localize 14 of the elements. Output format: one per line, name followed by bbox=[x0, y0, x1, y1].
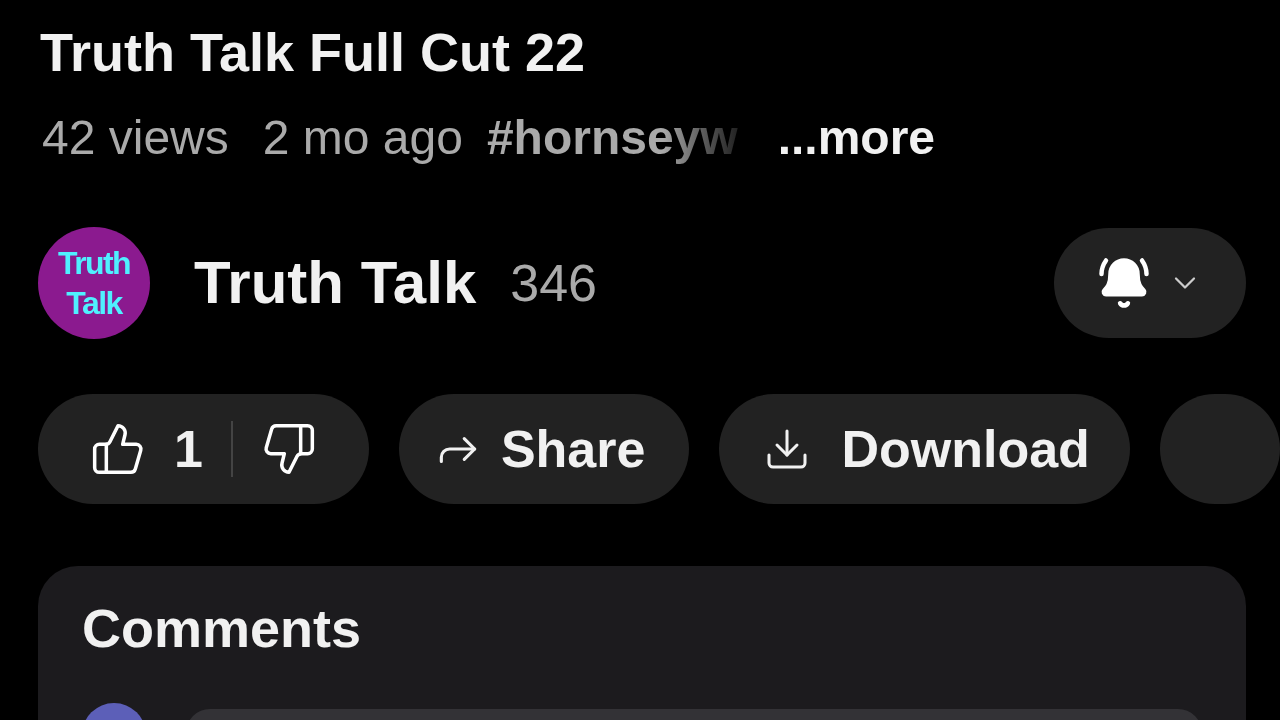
avatar-text: Truth bbox=[58, 244, 130, 283]
upload-age: 2 mo ago bbox=[262, 110, 463, 166]
like-count: 1 bbox=[174, 419, 203, 480]
subscriber-count: 346 bbox=[510, 253, 597, 314]
video-title: Truth Talk Full Cut 22 bbox=[40, 21, 586, 84]
view-count: 42 views bbox=[42, 110, 229, 166]
share-button[interactable]: Share bbox=[398, 394, 690, 504]
channel-name[interactable]: Truth Talk bbox=[194, 238, 477, 328]
channel-avatar[interactable]: Truth Talk bbox=[38, 227, 150, 339]
comments-card[interactable]: Comments bbox=[38, 566, 1246, 720]
more-link[interactable]: ...more bbox=[777, 102, 936, 174]
avatar-text: Talk bbox=[66, 284, 122, 323]
download-button[interactable]: Download bbox=[719, 394, 1130, 504]
comments-heading: Comments bbox=[82, 597, 363, 660]
